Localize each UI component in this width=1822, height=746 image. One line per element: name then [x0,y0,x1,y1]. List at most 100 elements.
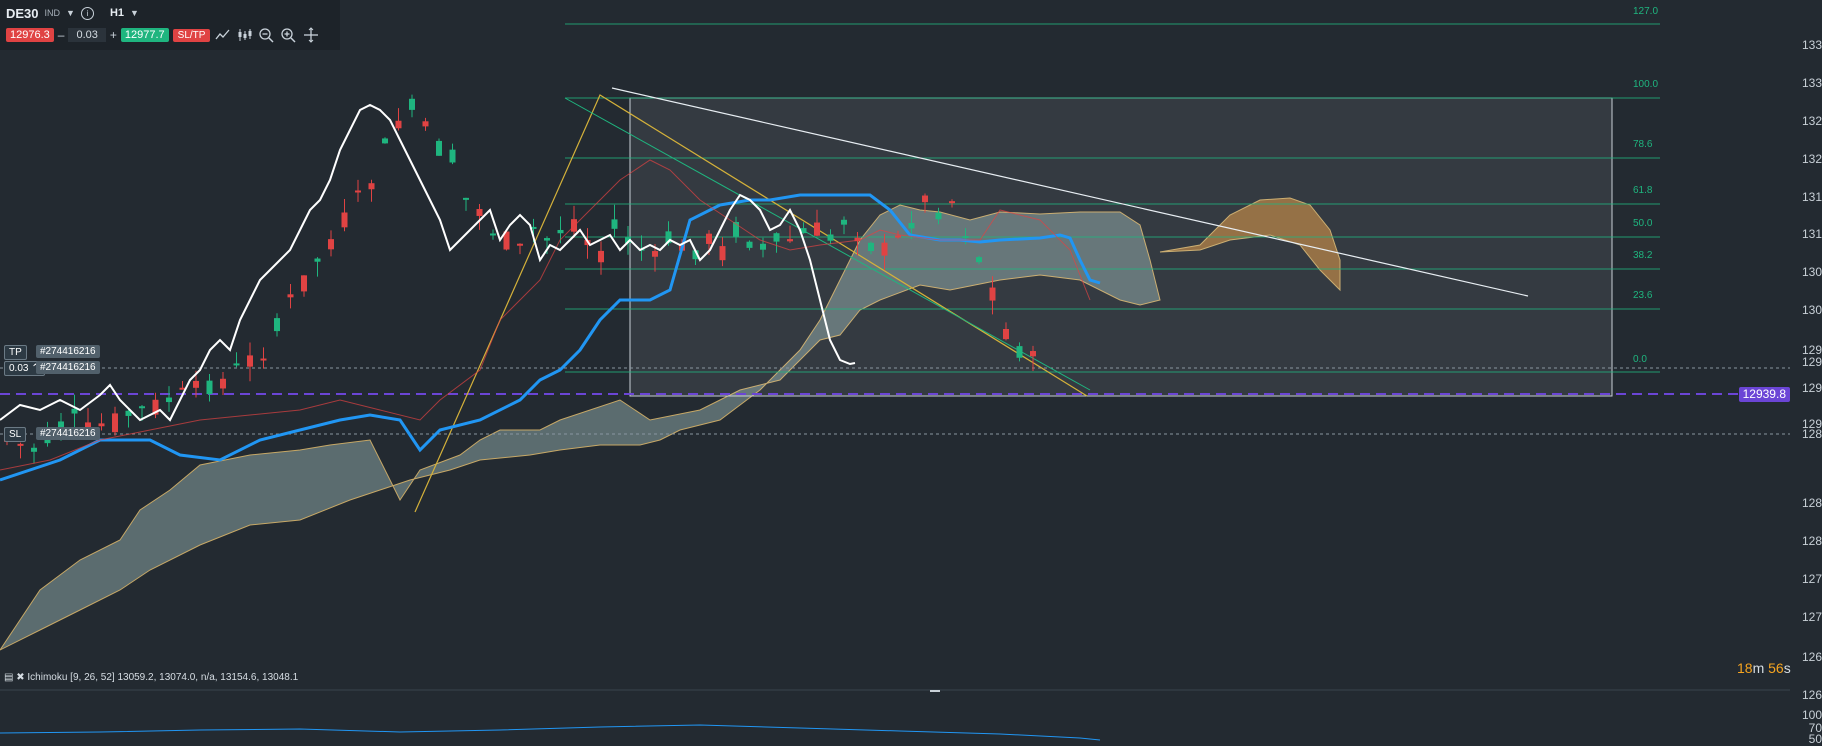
price-axis-tick: 130 [1801,265,1822,279]
candle-body [827,234,834,241]
candle-body [544,238,550,241]
sub-axis-tick: 100 [1801,708,1822,722]
candle-body [112,413,118,433]
fib-level-label: 127.0 [1633,6,1659,17]
candle-body [274,318,280,332]
tp-order-id[interactable]: #274416216 [36,345,100,358]
price-axis-tick: 126 [1801,688,1822,702]
buy-button[interactable]: 12977.7 [120,28,169,42]
symbol-type: IND [44,8,61,18]
chart-canvas[interactable] [0,0,1822,745]
symbol-dropdown-icon[interactable]: ▼ [66,8,75,18]
candle-body [17,443,24,446]
candle-body [706,233,712,244]
candle-body [841,219,847,225]
price-axis-tick: 133 [1801,76,1822,90]
candle-body [368,183,375,190]
fib-level-label: 0.0 [1633,354,1647,365]
candle-body [976,257,982,263]
candle-body [422,121,429,127]
price-axis-tick: 128 [1801,496,1822,510]
timer-s-unit: s [1783,660,1791,676]
candle-body [382,138,388,144]
price-marker-label[interactable]: 12939.8 [1738,387,1790,402]
candle-body [436,140,442,156]
candle-body [773,233,780,242]
info-icon[interactable]: i [80,6,94,20]
timeframe-dropdown-icon[interactable]: ▼ [130,8,139,18]
candle-body [598,250,604,263]
tp-order-tag[interactable]: TP [4,345,27,360]
timer-m-unit: m [1752,660,1765,676]
fib-level-label: 38.2 [1633,250,1653,261]
sl-order-tag[interactable]: SL [4,427,27,442]
candle-body [31,447,37,452]
price-axis-tick: 128 [1801,534,1822,548]
trade-toolbar: DE30 IND ▼ i H1 ▼ 12976.3 – 0.03 + 12977… [0,0,340,50]
candle-body [1030,351,1036,357]
candle-body [922,195,928,203]
price-axis-tick: 128 [1801,427,1822,441]
price-axis-tick: 130 [1801,303,1822,317]
candle-body [719,246,726,261]
fib-level-label: 100.0 [1633,79,1659,90]
zoom-out-icon[interactable] [258,27,276,43]
candle-body [193,380,199,388]
fib-level-label: 50.0 [1633,218,1653,229]
indicators-icon[interactable] [236,27,254,43]
sub-axis-tick: 50 [1808,732,1822,746]
candle-body [449,149,456,163]
oscillator-line [0,724,1101,741]
sltp-button[interactable]: SL/TP [172,28,211,42]
candle-body [206,380,213,395]
candle-body [881,242,888,256]
candle-body [341,212,348,228]
candle-body [98,423,105,427]
candle-body [463,197,469,200]
candle-body [247,355,253,367]
candle-body [490,233,496,236]
candle-body [1003,328,1009,340]
price-axis-tick: 127 [1801,572,1822,586]
candle-body [989,287,996,301]
crosshair-icon[interactable] [302,27,320,43]
candle-body [71,408,78,414]
candle-body [301,275,307,292]
price-axis-tick: 132 [1801,152,1822,166]
candle-body [517,243,523,246]
candle-body [1016,346,1023,358]
position-id[interactable]: #274416216 [36,361,100,374]
sl-order-id[interactable]: #274416216 [36,427,100,440]
price-axis-tick: 129 [1801,355,1822,369]
candle-body [787,239,793,242]
price-axis-tick: 131 [1801,227,1822,241]
volume-decrease-button[interactable]: – [58,28,65,42]
candle-body [895,235,901,238]
sell-button[interactable]: 12976.3 [6,28,54,42]
candle-body [139,406,145,409]
candle-body [962,236,969,239]
candle-body [746,241,753,248]
zoom-in-icon[interactable] [280,27,298,43]
volume-input[interactable]: 0.03 [68,28,106,42]
symbol-name[interactable]: DE30 [6,6,39,21]
candle-body [557,229,564,234]
candle-body [166,397,172,403]
indicator-settings-icon[interactable]: ▤ ✖ [4,672,25,683]
timeframe-selector[interactable]: H1 [110,7,124,19]
candle-body [935,212,942,220]
chart-type-icon[interactable] [214,27,232,43]
price-axis-tick: 126 [1801,650,1822,664]
volume-increase-button[interactable]: + [110,28,117,42]
candle-body [409,98,415,110]
price-axis-tick: 129 [1801,381,1822,395]
candle-body [652,251,658,257]
tp-label: TP [9,347,22,358]
candle-body [395,120,402,129]
candle-body [611,219,618,229]
price-axis-tick: 127 [1801,610,1822,624]
position-volume: 0.03 [9,363,29,374]
indicator-legend[interactable]: ▤ ✖ Ichimoku [9, 26, 52] 13059.2, 13074.… [4,672,298,683]
sl-label: SL [9,429,22,440]
candle-body [314,258,321,262]
